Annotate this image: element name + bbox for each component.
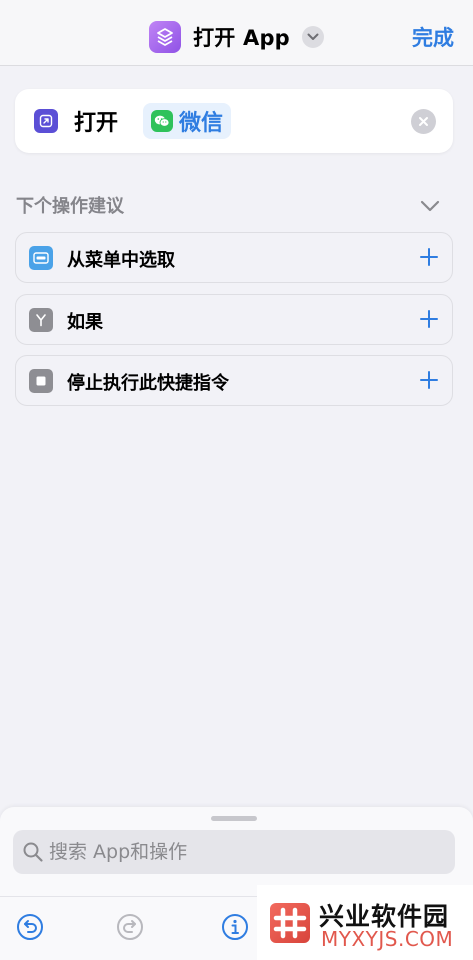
- chevron-down-icon[interactable]: [420, 197, 440, 216]
- nav-bar: 打开 App 完成: [0, 0, 473, 66]
- suggestion-label: 停止执行此快捷指令: [67, 373, 229, 394]
- page-title: 打开 App: [193, 26, 290, 50]
- app-parameter-token[interactable]: 微信: [143, 103, 232, 139]
- redo-icon[interactable]: [115, 912, 145, 942]
- search-input[interactable]: [49, 830, 439, 874]
- clear-x-icon[interactable]: [411, 109, 436, 134]
- suggestion-row[interactable]: 从菜单中选取: [15, 232, 453, 283]
- stop-square-icon: [29, 369, 53, 393]
- open-app-arrow-icon: [34, 109, 58, 133]
- action-verb: 打开: [74, 111, 119, 136]
- done-button[interactable]: 完成: [412, 22, 454, 52]
- search-icon: [22, 841, 44, 867]
- open-app-action-card[interactable]: 打开 微信: [15, 89, 453, 153]
- suggestion-row[interactable]: 停止执行此快捷指令: [15, 355, 453, 406]
- menu-list-icon: [29, 246, 53, 270]
- suggestion-label: 如果: [67, 312, 103, 333]
- plus-icon[interactable]: [419, 247, 439, 271]
- app-name: 微信: [179, 111, 224, 136]
- shortcuts-layers-icon: [149, 21, 182, 53]
- undo-icon[interactable]: [15, 912, 45, 942]
- suggestion-label: 从菜单中选取: [67, 250, 175, 271]
- search-box[interactable]: [13, 830, 455, 874]
- nav-title-group[interactable]: 打开 App: [0, 20, 473, 54]
- info-icon[interactable]: [220, 912, 250, 942]
- suggestions-header: 下个操作建议: [16, 196, 124, 217]
- watermark-url: MYXYJS.COM: [321, 927, 454, 951]
- plus-icon[interactable]: [419, 370, 439, 394]
- branch-icon: [29, 308, 53, 332]
- suggestion-row[interactable]: 如果: [15, 294, 453, 345]
- wechat-icon: [151, 110, 173, 132]
- watermark-logo-icon: [269, 902, 311, 944]
- sheet-grabber[interactable]: [211, 816, 257, 821]
- watermark: 兴业软件园 MYXYJS.COM: [257, 885, 473, 960]
- chevron-down-icon[interactable]: [301, 26, 324, 48]
- plus-icon[interactable]: [419, 309, 439, 333]
